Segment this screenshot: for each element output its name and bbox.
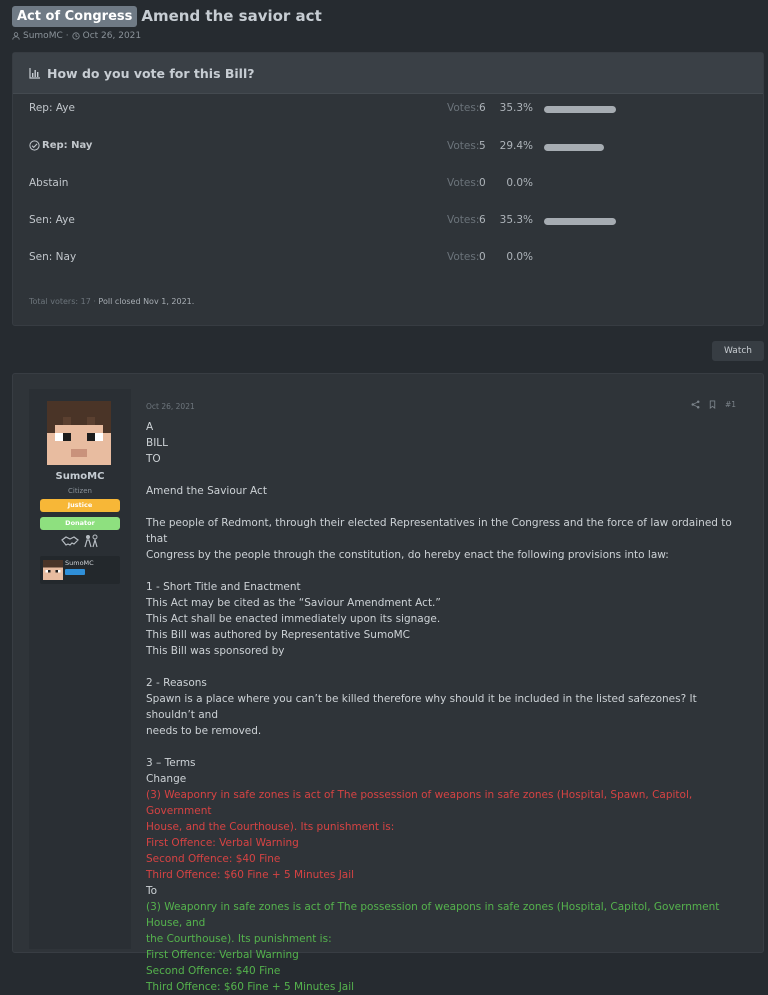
- post-user-title: Citizen: [68, 487, 92, 495]
- thread-prefix-badge[interactable]: Act of Congress: [12, 5, 138, 27]
- post-body-line: (3) Weaponry in safe zones is act of The…: [146, 789, 696, 817]
- post-body-line: To: [146, 885, 158, 897]
- post-body-line: A: [146, 421, 154, 433]
- post-user-panel: SumoMC Citizen Justice Donator SumoMC: [29, 389, 131, 949]
- post-body-line: [146, 499, 736, 515]
- poll-votes-label: Votes:: [447, 177, 480, 189]
- poll-percent: 0.0%: [506, 251, 533, 263]
- poll-closed-text: Poll closed Nov 1, 2021.: [98, 297, 195, 306]
- poll-option-text: Rep: Aye: [29, 102, 75, 114]
- post-body-line: Third Offence: $60 Fine + 5 Minutes Jail: [146, 869, 355, 881]
- poll-option-label: Abstain: [29, 177, 68, 189]
- post-body-line: the Courthouse). Its punishment is:: [146, 933, 332, 945]
- poll-option-text: Sen: Nay: [29, 251, 77, 263]
- post-number[interactable]: #1: [725, 400, 736, 409]
- poll-option-label: Sen: Aye: [29, 214, 75, 226]
- post-body-line: TO: [146, 453, 161, 465]
- post-body-line: Second Offence: $40 Fine: [146, 965, 281, 977]
- poll-votes-label: Votes:: [447, 140, 480, 152]
- post-body-line: Third Offence: $60 Fine + 5 Minutes Jail: [146, 981, 355, 993]
- poll-percent: 29.4%: [499, 140, 533, 152]
- post-body-line: Spawn is a place where you can’t be kill…: [146, 693, 701, 721]
- post-body-line: [146, 467, 736, 483]
- thread-date-link[interactable]: Oct 26, 2021: [83, 31, 142, 41]
- poll-percent: 35.3%: [499, 102, 533, 114]
- thread-meta: SumoMC · Oct 26, 2021: [12, 31, 141, 41]
- post-body-line: This Act may be cited as the “Saviour Am…: [146, 597, 441, 609]
- poll-votes-label: Votes:: [447, 251, 480, 263]
- thread-title: Amend the savior act: [141, 7, 322, 25]
- poll-block: How do you vote for this Bill? Rep: Aye V…: [12, 52, 764, 326]
- bookmark-icon[interactable]: [708, 400, 717, 409]
- post-message: SumoMC Citizen Justice Donator SumoMC Oc…: [12, 373, 764, 993]
- post-body-line: Second Offence: $40 Fine: [146, 853, 281, 865]
- post-username[interactable]: SumoMC: [29, 471, 131, 482]
- post-date[interactable]: Oct 26, 2021: [146, 402, 195, 411]
- thread-title-row: Act of Congress Amend the savior act: [12, 5, 322, 27]
- poll-option-row: Rep: Aye Votes: 6 35.3%: [13, 99, 763, 119]
- poll-option-row: Abstain Votes: 0 0.0%: [13, 174, 763, 194]
- user-icon: [12, 32, 20, 40]
- post-body-line: Amend the Saviour Act: [146, 485, 267, 497]
- poll-option-text: Rep: Nay: [42, 140, 93, 151]
- post-body-line: [146, 659, 736, 675]
- post-body-line: (3) Weaponry in safe zones is act of The…: [146, 901, 723, 929]
- user-banner-donator: Donator: [40, 517, 120, 530]
- voted-check-icon: [29, 140, 40, 151]
- poll-percent: 35.3%: [499, 214, 533, 226]
- poll-question: How do you vote for this Bill?: [47, 65, 255, 81]
- mini-username: SumoMC: [65, 559, 94, 567]
- post-body-line: Change: [146, 773, 187, 785]
- poll-option-label: Sen: Nay: [29, 251, 76, 263]
- poll-option-text: Abstain: [29, 177, 69, 189]
- poll-option-label: Rep: Aye: [29, 102, 75, 114]
- post-body-line: This Act shall be enacted immediately up…: [146, 613, 441, 625]
- poll-result-bar: [544, 218, 616, 225]
- post-body-line: First Offence: Verbal Warning: [146, 949, 299, 961]
- post-body-line: 2 - Reasons: [146, 677, 207, 689]
- user-trophies: [61, 534, 100, 548]
- linked-account-card[interactable]: SumoMC: [40, 556, 120, 584]
- post-body: A BILL TO Amend the Saviour Act The people o…: [146, 419, 736, 995]
- post-body-line: [146, 563, 736, 579]
- poll-option-text: Sen: Aye: [29, 214, 75, 226]
- poll-header: How do you vote for this Bill?: [13, 53, 763, 94]
- handshake-icon: [61, 536, 79, 546]
- mini-rank-tag: [65, 569, 85, 575]
- poll-result-bar: [544, 144, 604, 151]
- poll-option-row: Sen: Nay Votes: 0 0.0%: [13, 248, 763, 268]
- user-avatar[interactable]: [47, 401, 111, 465]
- share-icon[interactable]: [691, 400, 700, 409]
- post-body-line: 1 - Short Title and Enactment: [146, 581, 301, 593]
- post-body-line: Congress by the people through the const…: [146, 549, 669, 561]
- poll-footer: Total voters: 17 · Poll closed Nov 1, 20…: [29, 297, 194, 306]
- mini-avatar: [43, 560, 63, 580]
- thread-author-link[interactable]: SumoMC: [23, 31, 63, 41]
- watch-button[interactable]: Watch: [712, 341, 764, 361]
- poll-votes-label: Votes:: [447, 102, 480, 114]
- poll-votes-label: Votes:: [447, 214, 480, 226]
- clock-icon: [72, 32, 80, 40]
- post-body-line: BILL: [146, 437, 168, 449]
- post-body-line: This Bill was authored by Representative…: [146, 629, 411, 641]
- post-actions: #1: [691, 400, 736, 409]
- poll-option-row: Rep: Nay Votes: 5 29.4%: [13, 137, 763, 157]
- bar-chart-icon: [29, 68, 40, 79]
- post-body-line: The people of Redmont, through their ele…: [146, 517, 736, 545]
- poll-percent: 0.0%: [506, 177, 533, 189]
- post-body-line: House, and the Courthouse). Its punishme…: [146, 821, 395, 833]
- poll-result-bar: [544, 106, 616, 113]
- meta-separator: ·: [65, 31, 69, 41]
- people-icon: [84, 534, 98, 548]
- post-body-line: needs to be removed.: [146, 725, 262, 737]
- poll-option-label: Rep: Nay: [29, 140, 92, 151]
- post-body-line: This Bill was sponsored by: [146, 645, 285, 657]
- post-body-line: First Offence: Verbal Warning: [146, 837, 299, 849]
- poll-option-row: Sen: Aye Votes: 6 35.3%: [13, 211, 763, 231]
- user-banner-justice: Justice: [40, 499, 120, 512]
- poll-total-voters: Total voters: 17 ·: [29, 297, 96, 306]
- post-body-line: 3 – Terms: [146, 757, 196, 769]
- post-body-line: [146, 739, 736, 755]
